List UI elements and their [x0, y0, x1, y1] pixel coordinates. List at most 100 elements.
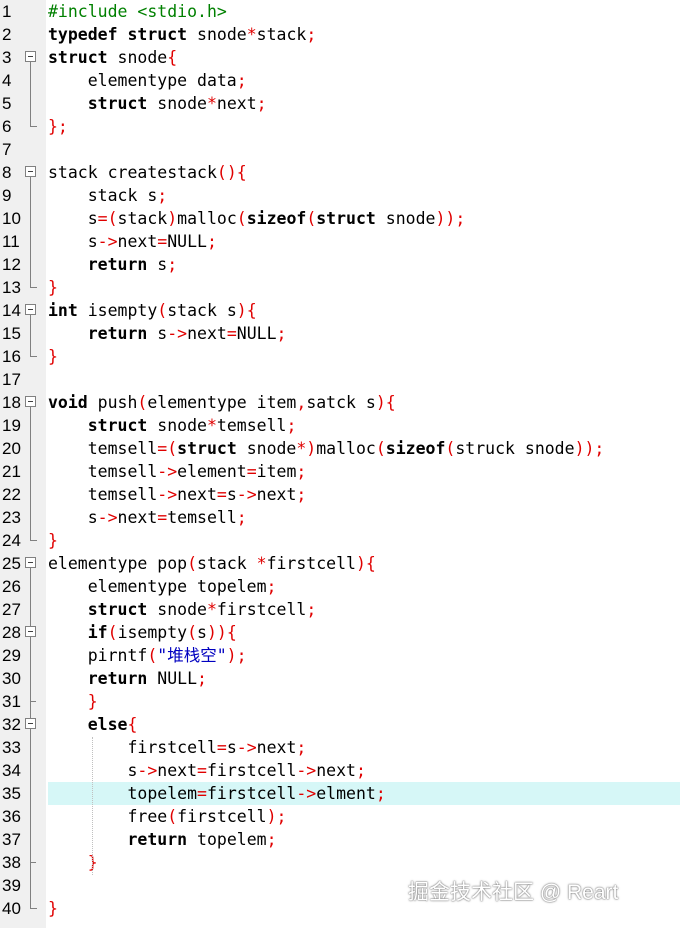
code-token: * — [206, 600, 217, 619]
line-number: 34 — [2, 761, 21, 780]
code-text: temsell->element=item; — [48, 460, 307, 483]
code-token: struct — [87, 416, 148, 435]
code-editor[interactable]: 1 #include <stdio.h> 2 typedef struct snode… — [0, 0, 680, 928]
fold-collapse-icon[interactable] — [25, 304, 36, 315]
code-line[interactable]: 25 elementype pop(stack *firstcell){ — [0, 552, 680, 575]
code-line[interactable]: 16} — [0, 345, 680, 368]
code-token: next — [117, 232, 158, 251]
code-token: ( — [107, 623, 118, 642]
code-token: -> — [97, 508, 118, 527]
code-line[interactable]: 32 else{ — [0, 713, 680, 736]
code-token: ( — [236, 209, 247, 228]
code-token: temsell — [48, 439, 158, 458]
code-line[interactable]: 23 s->next=temsell; — [0, 506, 680, 529]
code-line[interactable]: 1 #include <stdio.h> — [0, 0, 680, 23]
code-line[interactable]: 5 struct snode*next; — [0, 92, 680, 115]
line-number: 31 — [2, 692, 21, 711]
code-line[interactable]: 38 } — [0, 851, 680, 874]
code-line[interactable]: 19 struct snode*temsell; — [0, 414, 680, 437]
code-token: malloc — [177, 209, 237, 228]
code-line[interactable]: 8 stack createstack(){ — [0, 161, 680, 184]
fold-collapse-icon[interactable] — [25, 51, 36, 62]
fold-line — [30, 414, 31, 437]
code-token: , — [296, 393, 307, 412]
fold-line — [30, 805, 31, 828]
code-line[interactable]: 3 struct snode{ — [0, 46, 680, 69]
code-text: if(isempty(s)){ — [48, 621, 237, 644]
code-text: topelem=firstcell->elment; — [48, 782, 385, 805]
code-line[interactable]: 11 s->next=NULL; — [0, 230, 680, 253]
code-line[interactable]: 36 free(firstcell); — [0, 805, 680, 828]
code-line[interactable]: 12 return s; — [0, 253, 680, 276]
code-line[interactable]: 28 if(isempty(s)){ — [0, 621, 680, 644]
fold-line — [30, 92, 31, 115]
code-line[interactable]: 2 typedef struct snode*stack; — [0, 23, 680, 46]
code-line[interactable]: 13} — [0, 276, 680, 299]
fold-line — [30, 407, 31, 414]
fold-collapse-icon[interactable] — [25, 166, 36, 177]
code-token: struct — [177, 439, 237, 458]
code-token: = — [226, 324, 237, 343]
fold-collapse-icon[interactable] — [25, 557, 36, 568]
code-token: elment — [316, 784, 376, 803]
line-number: 15 — [2, 324, 21, 343]
code-line[interactable]: 24} — [0, 529, 680, 552]
line-number: 11 — [2, 232, 20, 251]
code-token: stack — [117, 209, 168, 228]
code-line[interactable]: 31 } — [0, 690, 680, 713]
code-token: } — [48, 347, 58, 366]
code-line[interactable]: 33 firstcell=s->next; — [0, 736, 680, 759]
code-line[interactable]: 35 topelem=firstcell->elment; — [0, 782, 680, 805]
fold-line — [30, 207, 31, 230]
code-line[interactable]: 29 pirntf("堆栈空"); — [0, 644, 680, 667]
code-line[interactable]: 22 temsell->next=s->next; — [0, 483, 680, 506]
code-token: struct — [127, 25, 188, 44]
code-token: isempty — [77, 301, 158, 320]
code-token: ( — [445, 439, 456, 458]
fold-end-marker — [30, 529, 37, 541]
code-line[interactable]: 15 return s->next=NULL; — [0, 322, 680, 345]
code-token: = — [157, 508, 168, 527]
code-token: = — [216, 738, 227, 757]
code-line[interactable]: 34 s->next=firstcell->next; — [0, 759, 680, 782]
code-line[interactable]: 30 return NULL; — [0, 667, 680, 690]
fold-collapse-icon[interactable] — [25, 396, 36, 407]
fold-collapse-icon[interactable] — [25, 718, 36, 729]
code-token: return — [87, 255, 148, 274]
line-number: 10 — [2, 209, 21, 228]
code-token: ; — [236, 508, 247, 527]
code-token: topelem — [48, 784, 198, 803]
code-line[interactable]: 7 — [0, 138, 680, 161]
fold-line — [30, 184, 31, 207]
code-line[interactable]: 9 stack s; — [0, 184, 680, 207]
code-line[interactable]: 4 elementype data; — [0, 69, 680, 92]
fold-collapse-icon[interactable] — [25, 626, 36, 637]
code-line[interactable]: 10 s=(stack)malloc(sizeof(struct snode))… — [0, 207, 680, 230]
code-token: next — [256, 485, 297, 504]
code-text: stack createstack(){ — [48, 161, 247, 184]
fold-line — [30, 322, 31, 345]
code-token: ( — [187, 623, 198, 642]
code-line[interactable]: 6}; — [0, 115, 680, 138]
line-number: 9 — [2, 186, 12, 205]
code-line[interactable]: 37 return topelem; — [0, 828, 680, 851]
code-line[interactable]: 14 int isempty(stack s){ — [0, 299, 680, 322]
code-line[interactable]: 26 elementype topelem; — [0, 575, 680, 598]
code-line[interactable]: 27 struct snode*firstcell; — [0, 598, 680, 621]
line-number: 8 — [2, 163, 12, 182]
code-line[interactable]: 21 temsell->element=item; — [0, 460, 680, 483]
code-line[interactable]: 20 temsell=(struct snode*)malloc(sizeof(… — [0, 437, 680, 460]
code-line[interactable]: 17 — [0, 368, 680, 391]
code-token: next — [117, 508, 158, 527]
code-text: elementype pop(stack *firstcell){ — [48, 552, 376, 575]
code-token: } — [87, 692, 98, 711]
code-text: } — [48, 276, 58, 299]
code-token: snode — [375, 209, 436, 228]
code-token: snode — [147, 94, 207, 113]
code-token: firstcell — [206, 761, 297, 780]
code-token: ; — [197, 669, 207, 688]
code-line[interactable]: 18 void push(elementype item,satck s){ — [0, 391, 680, 414]
